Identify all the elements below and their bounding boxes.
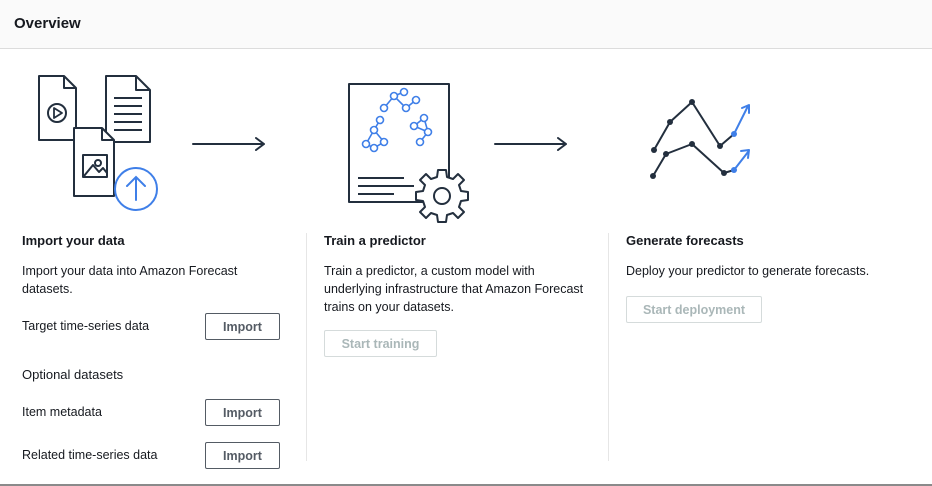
play-icon <box>47 103 67 123</box>
step-title-import: Import your data <box>22 233 125 248</box>
forecast-chart-illustration <box>650 99 750 179</box>
step-description-import: Import your data into Amazon Forecast da… <box>22 264 238 296</box>
import-target-button[interactable]: Import <box>205 313 280 340</box>
optional-datasets-heading: Optional datasets <box>22 367 124 382</box>
gear-icon <box>415 169 469 223</box>
step-description-train: Train a predictor, a custom model with u… <box>324 264 584 314</box>
overview-header: Overview <box>0 0 932 49</box>
start-deployment-button[interactable]: Start deployment <box>626 296 762 323</box>
import-item-metadata-button[interactable]: Import <box>205 399 280 426</box>
related-dataset-label: Related time-series data <box>22 448 158 462</box>
item-metadata-label: Item metadata <box>22 405 102 419</box>
upload-icon <box>114 167 158 211</box>
train-predictor-illustration <box>348 83 469 223</box>
start-training-button[interactable]: Start training <box>324 330 437 357</box>
target-dataset-label: Target time-series data <box>22 319 150 333</box>
step-description-forecast: Deploy your predictor to generate foreca… <box>626 264 870 278</box>
column-divider <box>306 233 307 461</box>
import-data-illustration <box>38 75 158 211</box>
step-title-forecast: Generate forecasts <box>626 233 744 248</box>
column-divider <box>608 233 609 461</box>
arrow-right-icon <box>192 137 265 151</box>
step-title-train: Train a predictor <box>324 233 426 248</box>
import-related-button[interactable]: Import <box>205 442 280 469</box>
arrow-right-icon <box>494 137 567 151</box>
page-title: Overview <box>14 15 81 32</box>
